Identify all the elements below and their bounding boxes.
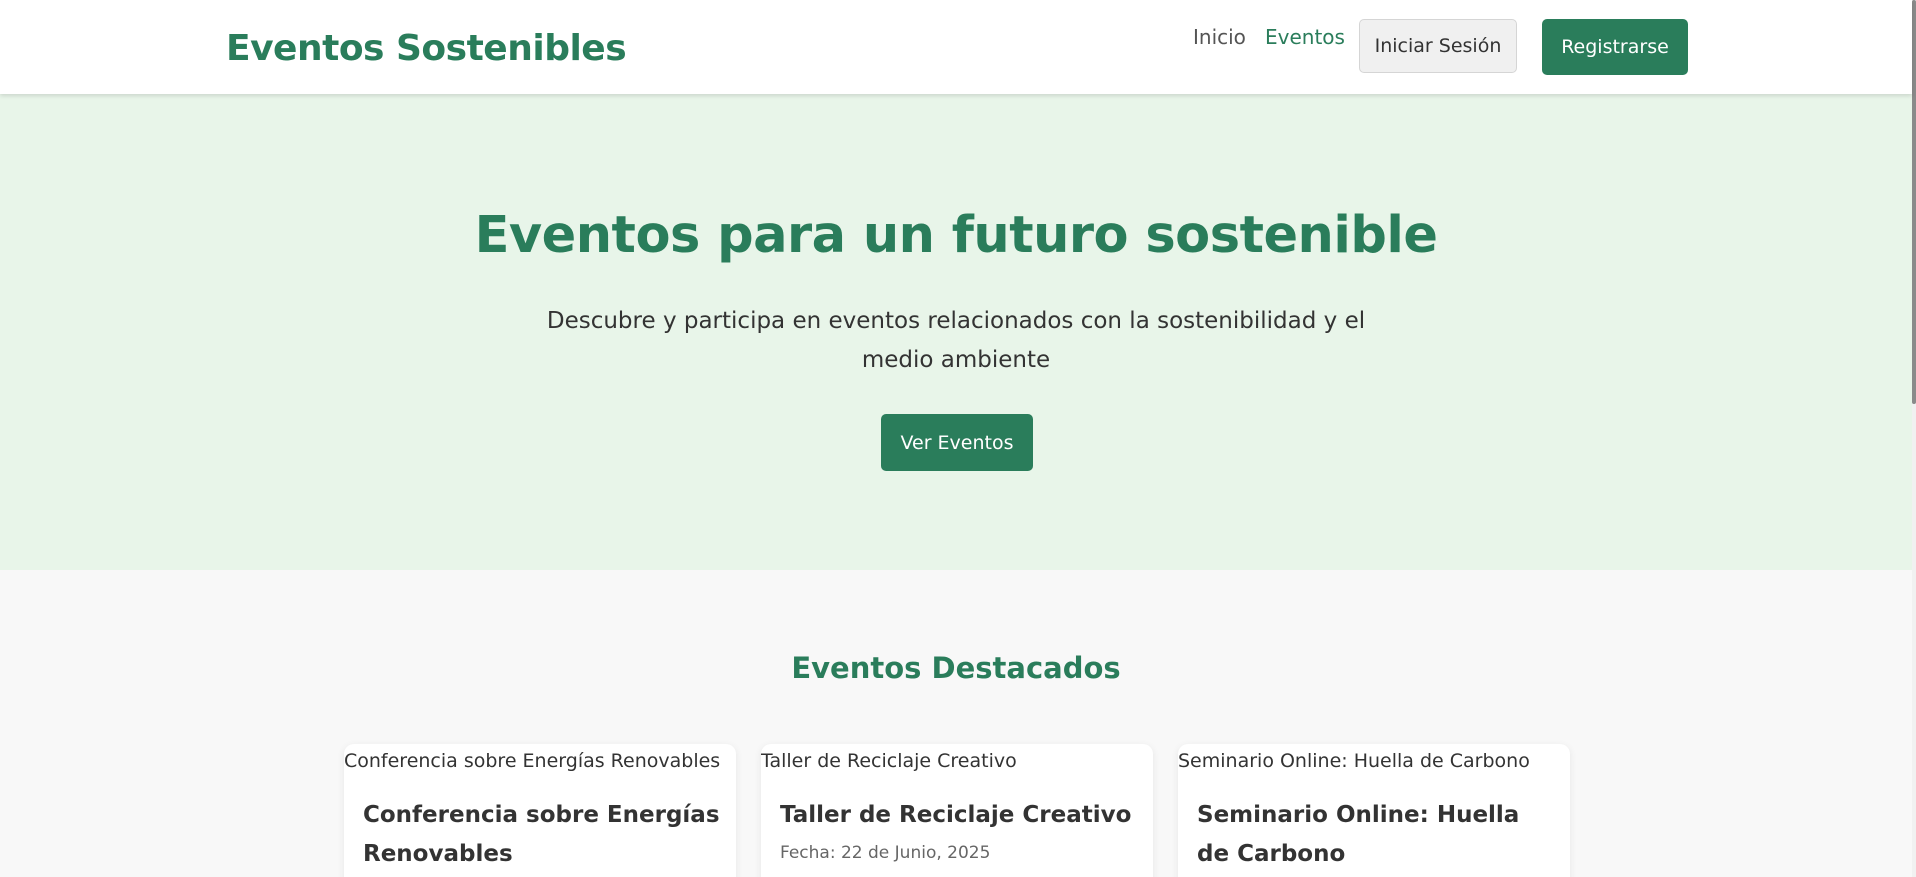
view-events-button[interactable]: Ver Eventos (881, 414, 1033, 471)
event-card[interactable]: Taller de Reciclaje Creativo Taller de R… (761, 744, 1153, 877)
featured-events-title: Eventos Destacados (791, 651, 1121, 685)
register-button[interactable]: Registrarse (1542, 19, 1688, 75)
hero-title: Eventos para un futuro sostenible (474, 206, 1438, 265)
hero-subtitle: Descubre y participa en eventos relacion… (546, 308, 1366, 373)
event-card[interactable]: Conferencia sobre Energías Renovables Co… (344, 744, 736, 877)
event-title[interactable]: Taller de Reciclaje Creativo (780, 796, 1140, 835)
scrollbar-thumb[interactable] (1912, 0, 1916, 404)
event-title[interactable]: Conferencia sobre Energías Renovables (363, 796, 723, 874)
nav-link-eventos[interactable]: Eventos (1265, 25, 1345, 49)
top-navbar: Eventos Sostenibles Inicio Eventos Inici… (0, 0, 1912, 94)
page-scrollbar[interactable] (1912, 0, 1916, 877)
event-image-alt: Taller de Reciclaje Creativo (761, 750, 1017, 772)
event-card[interactable]: Seminario Online: Huella de Carbono Semi… (1178, 744, 1570, 877)
site-logo[interactable]: Eventos Sostenibles (226, 28, 627, 69)
login-button[interactable]: Iniciar Sesión (1359, 19, 1517, 73)
nav-link-inicio[interactable]: Inicio (1193, 25, 1246, 49)
event-date: Fecha: 22 de Junio, 2025 (780, 843, 991, 863)
event-title[interactable]: Seminario Online: Huella de Carbono (1197, 796, 1557, 874)
event-image-alt: Conferencia sobre Energías Renovables (344, 750, 721, 772)
event-image-alt: Seminario Online: Huella de Carbono (1178, 750, 1530, 772)
hero-section: Eventos para un futuro sostenible Descub… (0, 94, 1912, 570)
